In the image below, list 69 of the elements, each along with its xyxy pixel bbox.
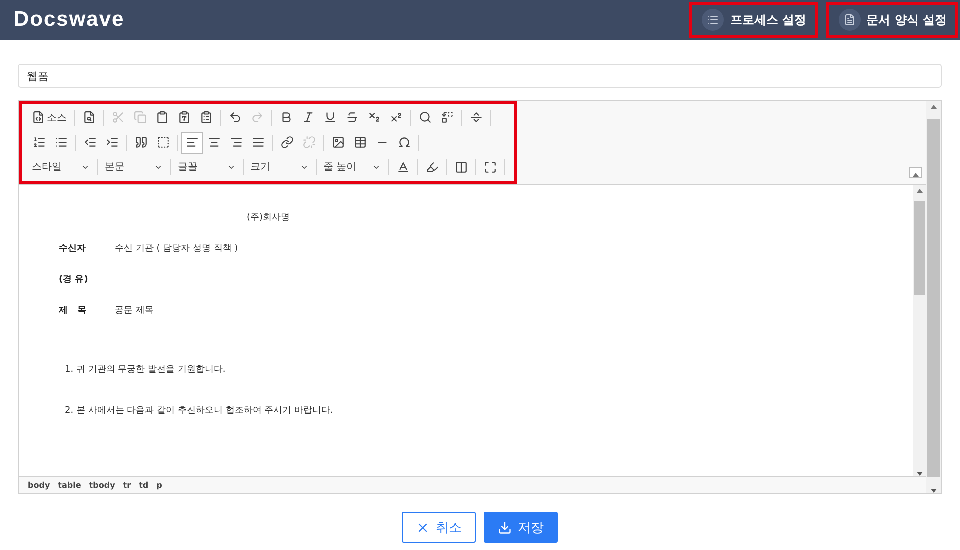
scrollbar[interactable] [913,185,926,476]
element-path-item[interactable]: body [28,480,50,490]
toolbar-button[interactable]: 소스 [28,106,71,129]
scrollbar[interactable] [926,101,941,493]
image-icon [332,136,344,149]
copy-icon [134,111,146,124]
scissors-icon [112,111,124,124]
align-justify-icon [252,136,264,149]
toolbar-button[interactable] [181,132,203,154]
field-label: 제 목 [59,305,88,318]
document-icon [844,14,856,26]
italic-icon [302,111,314,124]
field-value: 수신 기관 ( 담당자 성명 직책 ) [115,243,238,256]
collapse-toolbar-button[interactable] [909,167,922,178]
redo-icon [250,111,264,124]
header-button[interactable]: 문서 양식 설정 [826,2,958,38]
format-dropdown[interactable]: 글꼴 [174,157,240,178]
title-field[interactable]: 웹폼 [18,64,942,88]
format-dropdown[interactable]: 스타일 [28,157,94,178]
paragraph: 2. 본 사에서는 다음과 같이 추진하오니 협조하여 주시기 바랍니다. [65,405,334,417]
file-search-icon [82,111,96,124]
align-center-icon [208,136,220,149]
search-icon [418,111,432,124]
dashed-square-icon [156,136,170,149]
element-path-item[interactable]: tbody [89,480,116,490]
highlighter-icon [426,160,439,174]
quote-icon [134,136,148,149]
bullet-list-icon [54,136,68,149]
page-break-icon [470,111,482,124]
replace-icon [440,111,454,124]
field-label: (경 유) [59,274,90,287]
omega-icon [398,136,410,149]
strikethrough-icon [346,111,358,124]
bold-icon [280,111,292,124]
align-left-icon [186,136,198,149]
element-path-item[interactable]: td [139,480,149,490]
download-icon [498,520,512,534]
underline-icon [324,111,336,124]
paragraph: 1. 귀 기관의 무궁한 발전을 기원합니다. [65,364,227,376]
field-value: 공문 제목 [115,305,154,318]
format-dropdown[interactable]: 크기 [246,157,313,178]
code-file-icon [32,111,45,124]
element-path-item[interactable]: p [156,480,162,490]
subscript-icon [368,111,380,124]
superscript-icon [390,111,402,124]
indent-icon [106,136,118,149]
text-color-icon [396,160,410,174]
align-right-icon [230,136,242,149]
field-label: 수신자 [59,243,87,256]
clipboard-list-icon [200,111,212,124]
table-icon [354,136,366,149]
clipboard-icon [156,111,168,124]
format-dropdown[interactable]: 줄 높이 [320,157,386,178]
header-button[interactable]: 프로세스 설정 [689,2,818,38]
save-button[interactable]: 저장 [484,512,558,543]
link-icon [280,136,294,149]
cancel-button[interactable]: 취소 [402,512,476,543]
clipboard-text-icon [178,111,190,124]
unlink-icon [302,136,316,149]
element-path-item[interactable]: table [58,480,82,490]
format-dropdown[interactable]: 본문 [100,157,167,178]
company-name: (주)회사명 [247,212,292,224]
element-path-item[interactable]: tr [123,480,132,490]
columns-icon [454,160,468,174]
numbered-list-icon [32,136,46,149]
maximize-icon [484,160,497,174]
undo-icon [228,111,242,124]
app-logo: Docswave [14,8,125,32]
outdent-icon [84,136,96,149]
